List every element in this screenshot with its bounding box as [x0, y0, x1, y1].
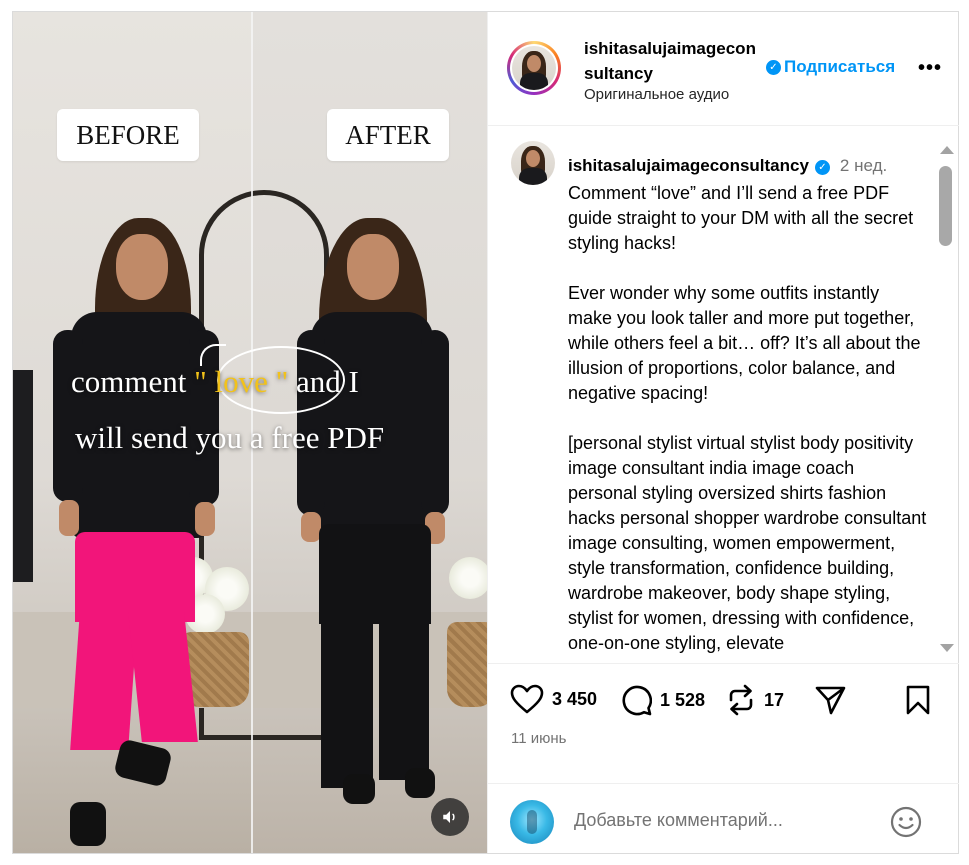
avatar-body	[519, 168, 547, 185]
like-button[interactable]: 3 450	[510, 684, 597, 714]
comment-icon	[622, 685, 652, 716]
overlay-text-post: and I	[288, 364, 359, 399]
like-count[interactable]: 3 450	[552, 689, 597, 710]
follow-button[interactable]: Подписаться	[784, 57, 895, 77]
caption-header: ishitasalujaimageconsultancy ✓ 2 нед.	[568, 156, 887, 176]
pants-leg	[321, 612, 373, 788]
verified-badge-icon: ✓	[814, 160, 830, 175]
emoji-button[interactable]	[890, 806, 922, 843]
send-icon	[815, 686, 846, 715]
tv-screen	[13, 370, 33, 582]
more-options-icon[interactable]: •••	[918, 57, 942, 80]
verified-badge-icon: ✓	[766, 60, 781, 75]
pants-leg	[70, 612, 138, 750]
flowers	[449, 557, 487, 599]
overlay-text-love: " love "	[194, 364, 289, 399]
shoe	[113, 738, 173, 788]
post-modal: BEFORE AFTER comment " love " and I will…	[12, 11, 959, 854]
repost-icon	[729, 684, 753, 716]
overlay-text-pre: comment	[71, 364, 195, 399]
heart-icon	[510, 684, 544, 714]
shoe	[343, 774, 375, 804]
hand	[301, 512, 321, 542]
pants	[319, 524, 431, 624]
avatar-face	[526, 150, 540, 167]
after-label: AFTER	[327, 109, 449, 161]
save-button[interactable]	[905, 684, 931, 716]
face	[347, 234, 399, 300]
basket	[447, 622, 487, 707]
shoe	[70, 802, 106, 846]
face	[116, 234, 168, 300]
caption-text: Comment “love” and I’ll send a free PDF …	[568, 183, 927, 653]
avatar-photo	[512, 46, 556, 90]
post-side-panel: ishitasalujaimageconsultancy ✓ Оригиналь…	[487, 12, 959, 853]
hand	[195, 502, 215, 536]
overlay-text-line1: comment " love " and I	[13, 364, 487, 400]
bookmark-icon	[906, 685, 930, 715]
avatar-face	[527, 55, 541, 72]
hand	[59, 500, 79, 536]
caption-scroll-area[interactable]: ishitasalujaimageconsultancy ✓ 2 нед. Comm…	[488, 126, 959, 663]
post-actions: 3 450 1 528 17 11 июнь	[488, 663, 959, 784]
reel-video[interactable]: BEFORE AFTER comment " love " and I will…	[13, 12, 487, 853]
post-header: ishitasalujaimageconsultancy ✓ Оригиналь…	[488, 12, 959, 126]
scroll-down-arrow-icon[interactable]	[940, 644, 954, 652]
share-button[interactable]	[814, 684, 846, 716]
post-date[interactable]: 11 июнь	[511, 730, 566, 747]
caption-username[interactable]: ishitasalujaimageconsultancy	[568, 156, 809, 175]
audio-link[interactable]: Оригинальное аудио	[584, 86, 729, 103]
emoji-icon	[890, 806, 922, 838]
overlay-text-line2: will send you a free PDF	[75, 420, 385, 455]
caption-author-avatar[interactable]	[511, 141, 555, 185]
before-label: BEFORE	[57, 109, 199, 161]
author-username[interactable]: ishitasalujaimageconsultancy	[584, 36, 764, 86]
pants	[75, 532, 195, 622]
comment-button[interactable]: 1 528	[620, 684, 705, 716]
caption-time[interactable]: 2 нед.	[840, 156, 887, 175]
current-user-avatar	[510, 800, 554, 844]
repost-count[interactable]: 17	[764, 690, 784, 711]
scrollbar-thumb[interactable]	[939, 166, 952, 246]
shoe	[405, 768, 435, 798]
avatar-border	[510, 44, 558, 92]
scroll-up-arrow-icon[interactable]	[940, 146, 954, 154]
speaker-icon	[443, 811, 455, 823]
pants-leg	[379, 612, 429, 780]
arm	[53, 330, 83, 502]
mute-button[interactable]	[431, 798, 469, 836]
author-avatar[interactable]	[507, 41, 561, 95]
avatar-body	[520, 73, 548, 90]
comment-input[interactable]	[572, 809, 876, 832]
comment-count[interactable]: 1 528	[660, 690, 705, 711]
comment-composer	[488, 783, 959, 854]
repost-button[interactable]: 17	[726, 684, 784, 716]
